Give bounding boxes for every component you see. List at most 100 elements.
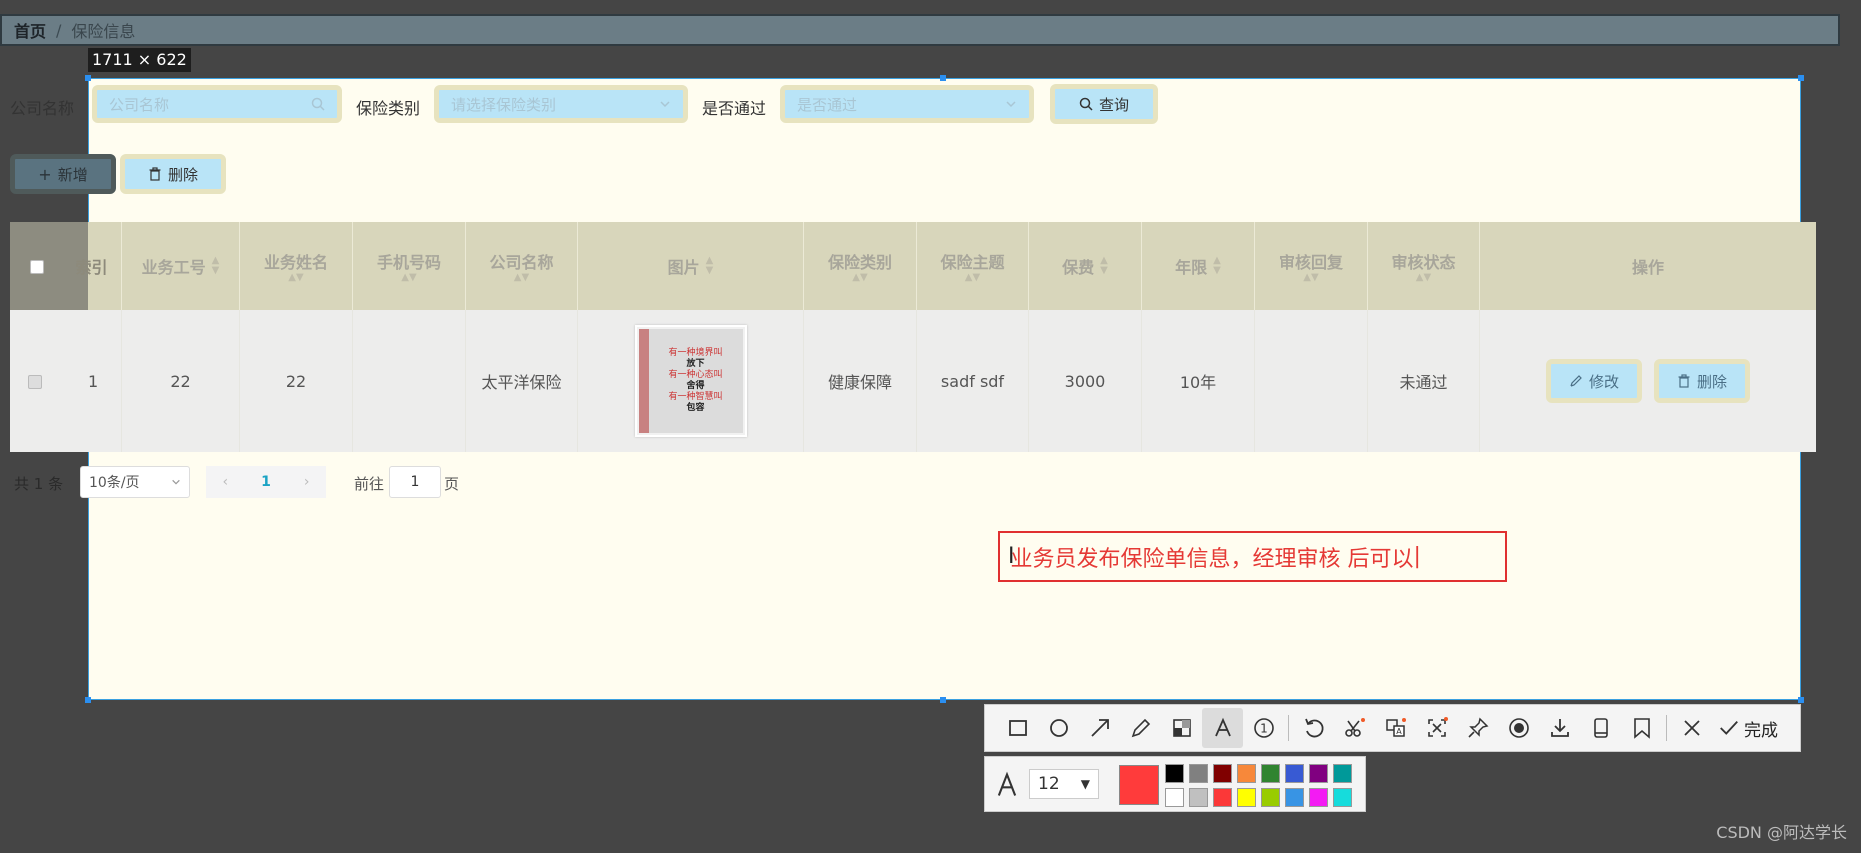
color-swatch[interactable]: [1189, 764, 1208, 783]
color-swatch[interactable]: [1213, 788, 1232, 807]
sort-icon[interactable]: ▲▼: [514, 273, 529, 283]
long-screenshot-icon[interactable]: [1416, 708, 1457, 748]
column-header-image[interactable]: 图片 ▲ ▼: [578, 222, 804, 310]
row-delete-button-label: 删除: [1696, 372, 1727, 391]
edit-button[interactable]: 修改: [1546, 359, 1642, 403]
color-swatch[interactable]: [1237, 788, 1256, 807]
color-swatch[interactable]: [1261, 788, 1280, 807]
cell-index: 1: [62, 310, 122, 452]
breadcrumb-home[interactable]: 首页: [14, 18, 46, 42]
font-icon: [997, 771, 1017, 796]
query-button[interactable]: 查询: [1050, 84, 1158, 124]
sort-icon[interactable]: ▲▼: [1416, 273, 1431, 283]
color-swatch[interactable]: [1333, 764, 1352, 783]
sort-icon[interactable]: ▲▼: [212, 256, 220, 276]
column-header-term[interactable]: 年限 ▲ ▼: [1142, 222, 1255, 310]
column-header-reply[interactable]: 审核回复 ▲▼: [1255, 222, 1368, 310]
category-select[interactable]: 请选择保险类别: [434, 85, 688, 123]
color-swatch[interactable]: [1285, 788, 1304, 807]
done-button[interactable]: 完成: [1712, 716, 1784, 741]
text-icon[interactable]: [1202, 708, 1243, 748]
column-header-status[interactable]: 审核状态 ▲▼: [1368, 222, 1480, 310]
download-icon[interactable]: [1539, 708, 1580, 748]
font-size-select[interactable]: 12 ▼: [1029, 769, 1099, 799]
cell-company: 太平洋保险: [466, 310, 578, 452]
column-header-theme[interactable]: 保险主题 ▲▼: [917, 222, 1029, 310]
column-header-staff-id[interactable]: 业务工号 ▲ ▼: [122, 222, 240, 310]
add-button[interactable]: + 新增: [10, 154, 116, 194]
resize-handle[interactable]: [85, 75, 91, 81]
edit-button-label: 修改: [1588, 372, 1619, 391]
sort-icon[interactable]: ▲▼: [401, 273, 416, 283]
resize-handle[interactable]: [940, 75, 946, 81]
annotation-text-box[interactable]: I 业务员发布保险单信息，经理审核 后可以 |: [998, 531, 1507, 582]
close-icon[interactable]: [1671, 708, 1712, 748]
goto-page-input[interactable]: 1: [389, 466, 441, 498]
row-delete-button[interactable]: 删除: [1654, 359, 1750, 403]
ocr-icon[interactable]: [1334, 708, 1375, 748]
cell-category: 健康保障: [804, 310, 917, 452]
pencil-icon[interactable]: [1120, 708, 1161, 748]
column-header-company[interactable]: 公司名称 ▲▼: [466, 222, 578, 310]
row-checkbox[interactable]: [28, 375, 42, 389]
prev-page-icon[interactable]: ‹: [223, 474, 229, 490]
mosaic-icon[interactable]: [1161, 708, 1202, 748]
color-swatch[interactable]: [1165, 788, 1184, 807]
current-page[interactable]: 1: [261, 474, 271, 490]
sort-icon[interactable]: ▲▼: [852, 273, 867, 283]
sort-icon[interactable]: ▲▼: [1303, 273, 1318, 283]
bookmark-icon[interactable]: [1621, 708, 1662, 748]
sort-icon[interactable]: ▲▼: [706, 256, 714, 276]
resize-handle[interactable]: [1798, 75, 1804, 81]
resize-handle[interactable]: [1798, 697, 1804, 703]
record-icon[interactable]: [1498, 708, 1539, 748]
pin-icon[interactable]: [1457, 708, 1498, 748]
next-page-icon[interactable]: ›: [304, 474, 310, 490]
book-cover-thumbnail[interactable]: 有一种境界叫 放下 有一种心态叫 舍得 有一种智慧叫 包容: [634, 325, 747, 437]
column-header-label: 保费: [1062, 258, 1095, 277]
resize-handle[interactable]: [940, 697, 946, 703]
passed-label: 是否通过: [702, 99, 767, 118]
selected-color[interactable]: [1119, 765, 1159, 805]
color-swatch[interactable]: [1285, 764, 1304, 783]
translate-icon[interactable]: A: [1375, 708, 1416, 748]
company-label: 公司名称: [10, 99, 75, 118]
undo-icon[interactable]: [1293, 708, 1334, 748]
sort-icon[interactable]: ▲▼: [1213, 256, 1221, 276]
color-swatch[interactable]: [1309, 764, 1328, 783]
number-icon[interactable]: 1: [1243, 708, 1284, 748]
chevron-down-icon: [1006, 101, 1016, 108]
device-icon[interactable]: [1580, 708, 1621, 748]
color-swatch[interactable]: [1333, 788, 1352, 807]
color-swatch[interactable]: [1261, 764, 1280, 783]
column-header-premium[interactable]: 保费 ▲ ▼: [1029, 222, 1142, 310]
color-swatch[interactable]: [1189, 788, 1208, 807]
rectangle-icon[interactable]: [997, 708, 1038, 748]
color-swatch[interactable]: [1165, 764, 1184, 783]
column-header-staff-name[interactable]: 业务姓名 ▲▼: [240, 222, 353, 310]
delete-selected-button[interactable]: 删除: [120, 154, 226, 194]
book-cover-line: 有一种心态叫: [668, 370, 723, 380]
passed-select[interactable]: 是否通过: [780, 85, 1034, 123]
company-search-input[interactable]: 公司名称: [92, 85, 342, 123]
color-swatch[interactable]: [1237, 764, 1256, 783]
color-swatch[interactable]: [1309, 788, 1328, 807]
arrow-icon[interactable]: [1079, 708, 1120, 748]
column-header-category[interactable]: 保险类别 ▲▼: [804, 222, 917, 310]
sort-icon[interactable]: ▲▼: [1100, 256, 1108, 276]
screenshot-toolbar: 1 A 完成: [984, 704, 1801, 752]
cell-reply: [1255, 310, 1368, 452]
cell-actions: 修改 删除: [1480, 310, 1816, 452]
resize-handle[interactable]: [85, 697, 91, 703]
sort-icon[interactable]: ▲▼: [965, 273, 980, 283]
page-size-select[interactable]: 10条/页: [80, 466, 190, 498]
trash-icon: [1678, 374, 1690, 388]
ellipse-icon[interactable]: [1038, 708, 1079, 748]
color-swatch[interactable]: [1213, 764, 1232, 783]
book-cover-line: 舍得: [686, 381, 705, 391]
trash-icon: [149, 167, 161, 181]
select-all-checkbox[interactable]: [30, 260, 44, 274]
sort-icon[interactable]: ▲▼: [288, 273, 303, 283]
column-header-phone[interactable]: 手机号码 ▲▼: [353, 222, 466, 310]
column-header-index[interactable]: 索引: [62, 222, 122, 310]
